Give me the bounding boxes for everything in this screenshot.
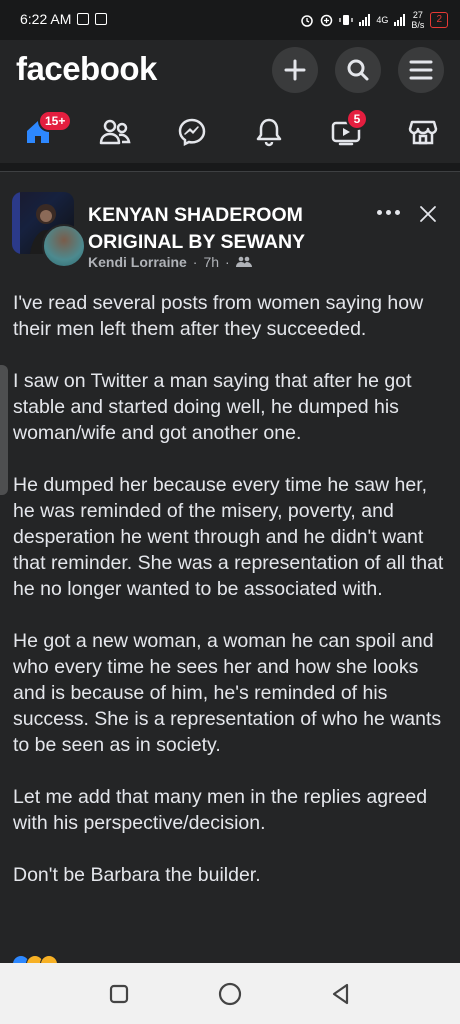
status-left: 6:22 AM [20, 11, 108, 27]
image-notification-icon [77, 13, 90, 25]
download-notification-icon [95, 13, 108, 25]
feed-post: KENYAN SHADEROOM ORIGINAL BY SEWANY Kend… [0, 178, 460, 963]
more-dot [385, 209, 391, 215]
tab-video[interactable]: 5 [320, 108, 372, 154]
post-paragraph: I've read several posts from women sayin… [13, 292, 424, 340]
recent-apps-button[interactable] [101, 979, 137, 1009]
post-avatar[interactable] [12, 192, 86, 268]
plus-icon [284, 59, 306, 81]
close-icon [420, 206, 436, 222]
post-paragraph: Don't be Barbara the builder. [13, 864, 261, 886]
post-meta: Kendi Lorraine · 7h · [88, 254, 252, 270]
messenger-icon [178, 118, 206, 147]
post-paragraph: I saw on Twitter a man saying that after… [13, 370, 412, 444]
signal-icon-1 [359, 14, 371, 26]
data-saver-icon [321, 14, 333, 26]
signal-icon-2 [394, 14, 406, 26]
more-dot [376, 209, 382, 215]
status-time: 6:22 AM [20, 11, 72, 27]
network-speed-value: 27 [412, 10, 423, 20]
search-icon [347, 59, 369, 81]
author-name[interactable]: Kendi Lorraine [88, 254, 187, 270]
back-triangle-icon [332, 983, 349, 1005]
group-privacy-icon [235, 256, 252, 267]
hide-post-button[interactable] [414, 200, 442, 228]
square-icon [109, 984, 129, 1004]
circle-icon [218, 982, 242, 1006]
home-button[interactable] [212, 979, 248, 1009]
menu-button[interactable] [398, 47, 444, 93]
battery-indicator: 2 [430, 12, 448, 28]
network-speed-unit: B/s [411, 20, 425, 30]
edge-panel-handle[interactable] [0, 365, 8, 495]
more-dot [394, 209, 400, 215]
facebook-logo[interactable]: facebook [16, 50, 157, 88]
post-body[interactable]: I've read several posts from women sayin… [13, 290, 447, 914]
network-type: 4G [376, 15, 389, 25]
status-bar: 6:22 AM 4G 27 B/s 2 [0, 0, 460, 40]
post-paragraph: Let me add that many men in the replies … [13, 786, 428, 834]
post-more-options-button[interactable] [370, 200, 406, 224]
tab-friends[interactable] [89, 110, 141, 154]
marketplace-icon [408, 120, 438, 145]
home-badge: 15+ [38, 110, 73, 132]
vibrate-icon [339, 15, 354, 25]
hamburger-menu-icon [409, 60, 433, 80]
tab-marketplace[interactable] [397, 110, 449, 154]
nav-tabs: 15+ 5 [0, 108, 460, 154]
post-paragraph: He dumped her because every time he saw … [13, 474, 444, 600]
tab-messenger[interactable] [166, 110, 218, 154]
create-button[interactable] [272, 47, 318, 93]
meta-separator-dot: · [192, 254, 198, 270]
friends-icon [99, 119, 131, 145]
tab-home[interactable]: 15+ [12, 110, 73, 154]
alarm-icon [301, 15, 314, 27]
back-button[interactable] [323, 979, 359, 1009]
feed-divider [0, 163, 460, 171]
page-name[interactable]: KENYAN SHADEROOM ORIGINAL BY SEWANY [88, 202, 358, 256]
author-avatar[interactable] [42, 224, 86, 268]
tab-notifications[interactable] [243, 110, 295, 154]
post-time[interactable]: 7h [203, 254, 219, 270]
app-header: facebook 15+ 5 [0, 40, 460, 168]
search-button[interactable] [335, 47, 381, 93]
video-badge: 5 [346, 108, 368, 130]
meta-separator-dot: · [225, 254, 230, 270]
bell-icon [256, 118, 282, 147]
network-speed: 27 B/s [411, 10, 424, 30]
system-navigation-bar [0, 963, 460, 1024]
status-right: 4G 27 B/s 2 [300, 10, 448, 30]
feed-divider-line [0, 171, 460, 172]
post-paragraph: He got a new woman, a woman he can spoil… [13, 630, 442, 756]
